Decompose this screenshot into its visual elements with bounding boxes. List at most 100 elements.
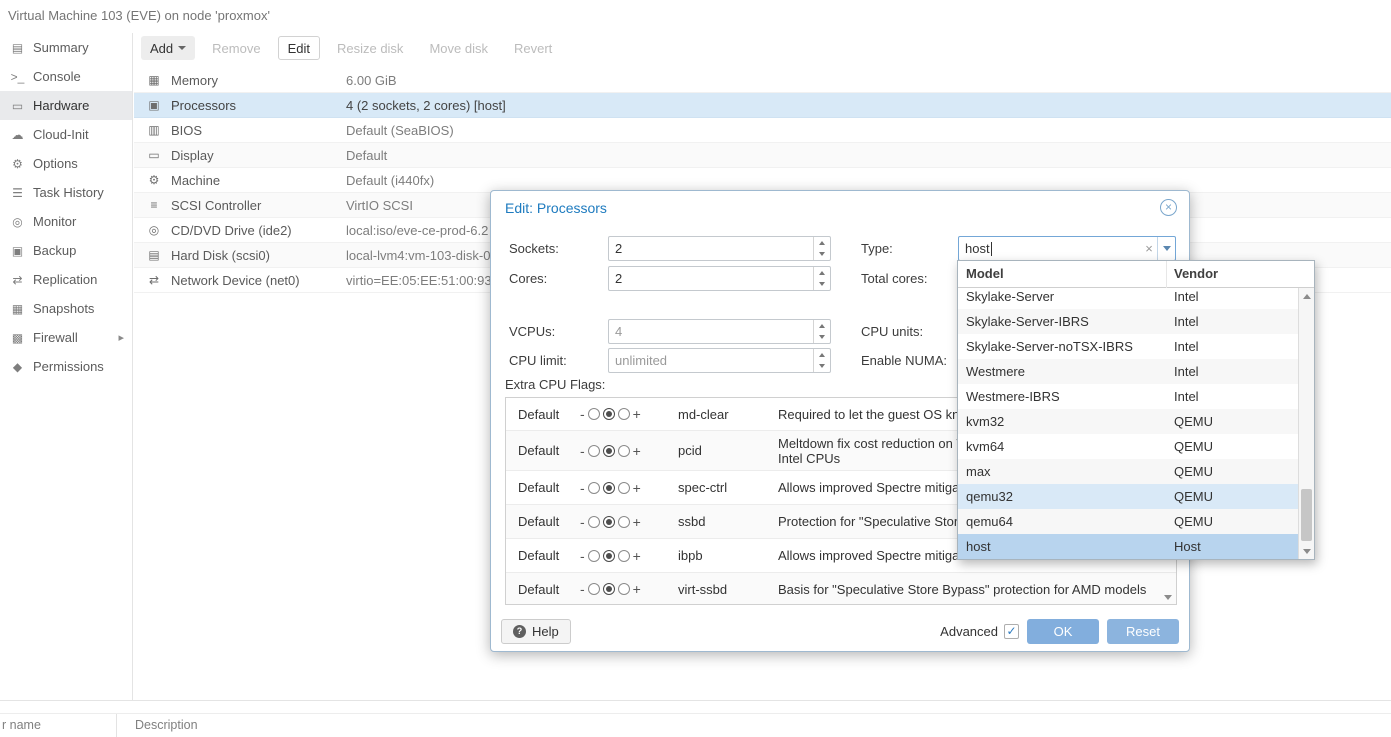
table-row-memory[interactable]: ▦ Memory 6.00 GiB xyxy=(134,68,1391,93)
radio-yes-icon[interactable] xyxy=(617,583,630,595)
radio-yes-icon[interactable] xyxy=(617,444,630,457)
dropdown-item-qemu32[interactable]: qemu32 QEMU xyxy=(958,484,1298,509)
flag-toggle[interactable]: - + xyxy=(580,581,678,597)
sidebar-item-permissions[interactable]: ◆ Permissions xyxy=(0,352,132,381)
sidebar-item-backup[interactable]: ▣ Backup xyxy=(0,236,132,265)
dropdown-item-max[interactable]: max QEMU xyxy=(958,459,1298,484)
dropdown-item-westmere-ibrs[interactable]: Westmere-IBRS Intel xyxy=(958,384,1298,409)
radio-no-icon[interactable] xyxy=(587,583,600,595)
dropdown-item-skylake-server-notsx-ibrs[interactable]: Skylake-Server-noTSX-IBRS Intel xyxy=(958,334,1298,359)
log-column-user-name[interactable]: r name xyxy=(0,714,117,737)
dropdown-item-skylake-server-ibrs[interactable]: Skylake-Server-IBRS Intel xyxy=(958,309,1298,334)
scroll-up-icon[interactable] xyxy=(1299,288,1314,304)
reset-button[interactable]: Reset xyxy=(1107,618,1179,644)
dropdown-scrollbar[interactable] xyxy=(1298,288,1314,559)
move-disk-button[interactable]: Move disk xyxy=(420,36,497,60)
spinner-up-icon xyxy=(819,352,825,357)
cores-spinner[interactable] xyxy=(813,267,830,290)
sidebar-item-label: Monitor xyxy=(33,214,77,229)
remove-button[interactable]: Remove xyxy=(203,36,269,60)
radio-default-icon[interactable] xyxy=(602,481,615,494)
item-model: qemu32 xyxy=(966,489,1013,504)
scroll-down-icon[interactable] xyxy=(1164,595,1172,600)
radio-yes-icon[interactable] xyxy=(617,515,630,528)
dropdown-item-kvm32[interactable]: kvm32 QEMU xyxy=(958,409,1298,434)
item-model: Skylake-Server-IBRS xyxy=(966,314,1089,329)
dropdown-item-host[interactable]: host Host xyxy=(958,534,1298,559)
sockets-spinner[interactable] xyxy=(813,237,830,260)
help-button[interactable]: ? Help xyxy=(501,618,571,644)
add-button[interactable]: Add xyxy=(141,36,196,60)
revert-button[interactable]: Revert xyxy=(505,36,561,60)
cpu-limit-spinner[interactable] xyxy=(813,349,830,372)
advanced-checkbox[interactable]: ✓ xyxy=(1004,623,1019,639)
sidebar-item-task-history[interactable]: ☰ Task History xyxy=(0,178,132,207)
radio-yes-icon[interactable] xyxy=(617,481,630,494)
sockets-field[interactable]: 2 xyxy=(608,236,831,261)
flag-name: virt-ssbd xyxy=(678,581,728,597)
resize-disk-button[interactable]: Resize disk xyxy=(328,36,412,60)
sidebar-item-summary[interactable]: ▤ Summary xyxy=(0,33,132,62)
flag-toggle[interactable]: - + xyxy=(580,548,678,564)
clear-icon[interactable]: × xyxy=(1141,241,1157,256)
flag-toggle[interactable]: - + xyxy=(580,406,678,422)
table-row-bios[interactable]: ▥ BIOS Default (SeaBIOS) xyxy=(134,118,1391,143)
dropdown-item-skylake-server[interactable]: Skylake-Server Intel xyxy=(958,288,1298,309)
sidebar-item-monitor[interactable]: ◎ Monitor xyxy=(0,207,132,236)
row-name: Network Device (net0) xyxy=(171,272,300,288)
radio-yes-icon[interactable] xyxy=(617,408,630,420)
spinner-up-icon xyxy=(819,270,825,275)
dropdown-item-qemu64[interactable]: qemu64 QEMU xyxy=(958,509,1298,534)
sidebar-item-hardware[interactable]: ▭ Hardware xyxy=(0,91,132,120)
scroll-down-icon[interactable] xyxy=(1299,543,1314,559)
radio-default-icon[interactable] xyxy=(602,444,615,457)
sidebar-item-firewall[interactable]: ▩ Firewall ▸ xyxy=(0,323,132,352)
flag-toggle[interactable]: - + xyxy=(580,514,678,530)
snapshots-icon: ▦ xyxy=(11,301,24,316)
caret-down-icon xyxy=(1162,246,1171,251)
log-column-description[interactable]: Description xyxy=(117,714,198,737)
radio-default-icon[interactable] xyxy=(602,408,615,420)
radio-no-icon[interactable] xyxy=(587,549,600,562)
cores-field[interactable]: 2 xyxy=(608,266,831,291)
ok-button[interactable]: OK xyxy=(1027,618,1099,644)
sidebar-item-options[interactable]: ⚙ Options xyxy=(0,149,132,178)
controller-icon: ≡ xyxy=(150,198,158,212)
dropdown-item-westmere[interactable]: Westmere Intel xyxy=(958,359,1298,384)
item-model: max xyxy=(966,464,991,479)
vcpus-field[interactable]: 4 xyxy=(608,319,831,344)
vcpus-label: VCPUs: xyxy=(509,324,556,339)
radio-no-icon[interactable] xyxy=(587,481,600,494)
edit-button[interactable]: Edit xyxy=(277,36,320,60)
sidebar-item-replication[interactable]: ⇄ Replication xyxy=(0,265,132,294)
radio-default-icon[interactable] xyxy=(602,583,615,595)
cpu-limit-field[interactable]: unlimited xyxy=(608,348,831,373)
item-vendor: Host xyxy=(1174,539,1201,554)
type-combobox[interactable]: host × xyxy=(958,236,1176,261)
dialog-title: Edit: Processors xyxy=(505,200,607,216)
radio-no-icon[interactable] xyxy=(587,444,600,457)
table-row-display[interactable]: ▭ Display Default xyxy=(134,143,1391,168)
radio-no-icon[interactable] xyxy=(587,515,600,528)
flag-toggle[interactable]: - + xyxy=(580,480,678,496)
dropdown-item-kvm64[interactable]: kvm64 QEMU xyxy=(958,434,1298,459)
vcpus-spinner[interactable] xyxy=(813,320,830,343)
radio-yes-icon[interactable] xyxy=(617,549,630,562)
table-row-processors[interactable]: ▣ Processors 4 (2 sockets, 2 cores) [host] xyxy=(134,93,1391,118)
sidebar-item-cloud-init[interactable]: ☁ Cloud-Init xyxy=(0,120,132,149)
hardware-icon: ▭ xyxy=(11,98,24,113)
sidebar-item-console[interactable]: >_ Console xyxy=(0,62,132,91)
flag-toggle[interactable]: - + xyxy=(580,443,678,459)
hardware-toolbar: Add Remove Edit Resize disk Move disk Re… xyxy=(134,33,1391,63)
flag-default-label: Default xyxy=(518,581,560,597)
cpu-limit-label: CPU limit: xyxy=(509,353,567,368)
radio-default-icon[interactable] xyxy=(602,515,615,528)
close-icon[interactable]: × xyxy=(1160,199,1177,216)
combo-dropdown-trigger[interactable] xyxy=(1157,237,1175,260)
radio-default-icon[interactable] xyxy=(602,549,615,562)
item-model: kvm64 xyxy=(966,439,1005,454)
sidebar-item-snapshots[interactable]: ▦ Snapshots xyxy=(0,294,132,323)
row-name: BIOS xyxy=(171,122,203,138)
radio-no-icon[interactable] xyxy=(587,408,600,420)
scrollbar-thumb[interactable] xyxy=(1301,489,1312,541)
